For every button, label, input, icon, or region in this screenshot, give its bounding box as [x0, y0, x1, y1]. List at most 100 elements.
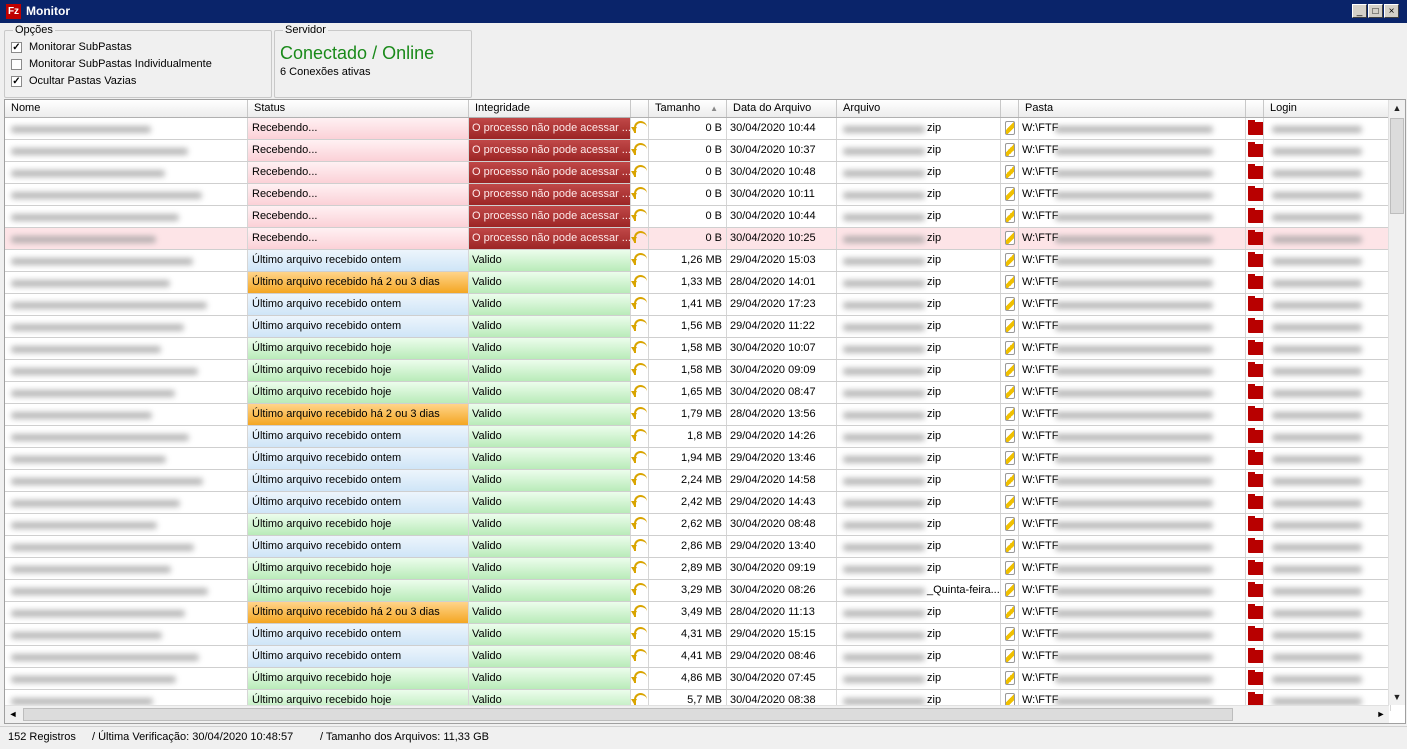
column-header-nome[interactable]: Nome [5, 100, 248, 117]
close-button[interactable]: × [1384, 4, 1399, 18]
open-file-button[interactable] [1001, 118, 1019, 139]
reprocess-button[interactable] [631, 492, 649, 513]
reprocess-button[interactable] [631, 602, 649, 623]
scroll-up-icon[interactable]: ▲ [1389, 100, 1405, 116]
reprocess-button[interactable] [631, 316, 649, 337]
undo-arrow-icon[interactable] [631, 385, 647, 397]
open-file-button[interactable] [1001, 602, 1019, 623]
edit-file-icon[interactable] [1005, 121, 1015, 135]
folder-icon[interactable] [1248, 252, 1263, 267]
open-folder-button[interactable] [1246, 382, 1264, 403]
edit-file-icon[interactable] [1005, 627, 1015, 641]
open-folder-button[interactable] [1246, 162, 1264, 183]
table-row[interactable]: Recebendo... O processo não pode acessar … [5, 162, 1391, 184]
open-file-button[interactable] [1001, 228, 1019, 249]
open-folder-button[interactable] [1246, 316, 1264, 337]
edit-file-icon[interactable] [1005, 187, 1015, 201]
edit-file-icon[interactable] [1005, 583, 1015, 597]
open-folder-button[interactable] [1246, 338, 1264, 359]
folder-icon[interactable] [1248, 142, 1263, 157]
folder-icon[interactable] [1248, 516, 1263, 531]
reprocess-button[interactable] [631, 294, 649, 315]
scroll-right-icon[interactable]: ► [1373, 706, 1389, 723]
table-row[interactable]: Último arquivo recebido há 2 ou 3 dias Va… [5, 404, 1391, 426]
edit-file-icon[interactable] [1005, 539, 1015, 553]
open-folder-button[interactable] [1246, 602, 1264, 623]
column-header-data-do-arquivo[interactable]: Data do Arquivo [727, 100, 837, 117]
reprocess-button[interactable] [631, 580, 649, 601]
scroll-left-icon[interactable]: ◄ [5, 706, 21, 723]
undo-arrow-icon[interactable] [631, 429, 647, 441]
open-folder-button[interactable] [1246, 646, 1264, 667]
edit-file-icon[interactable] [1005, 231, 1015, 245]
undo-arrow-icon[interactable] [631, 209, 647, 221]
open-file-button[interactable] [1001, 514, 1019, 535]
table-row[interactable]: Último arquivo recebido ontem Valido 4,41 … [5, 646, 1391, 668]
open-folder-button[interactable] [1246, 228, 1264, 249]
checkbox-checked-icon[interactable]: ✓ [11, 76, 22, 87]
table-row[interactable]: Último arquivo recebido ontem Valido 2,42 … [5, 492, 1391, 514]
edit-file-icon[interactable] [1005, 275, 1015, 289]
reprocess-button[interactable] [631, 184, 649, 205]
undo-arrow-icon[interactable] [631, 121, 647, 133]
table-row[interactable]: Último arquivo recebido hoje Valido 2,62 M… [5, 514, 1391, 536]
open-file-button[interactable] [1001, 426, 1019, 447]
edit-file-icon[interactable] [1005, 671, 1015, 685]
folder-icon[interactable] [1248, 164, 1263, 179]
table-row[interactable]: Último arquivo recebido ontem Valido 1,56 … [5, 316, 1391, 338]
undo-arrow-icon[interactable] [631, 319, 647, 331]
checkbox-checked-icon[interactable]: ✓ [11, 42, 22, 53]
folder-icon[interactable] [1248, 186, 1263, 201]
table-row[interactable]: Último arquivo recebido hoje Valido 1,65 M… [5, 382, 1391, 404]
table-row[interactable]: Último arquivo recebido hoje Valido 1,58 M… [5, 338, 1391, 360]
folder-icon[interactable] [1248, 340, 1263, 355]
open-file-button[interactable] [1001, 316, 1019, 337]
open-file-button[interactable] [1001, 492, 1019, 513]
edit-file-icon[interactable] [1005, 473, 1015, 487]
undo-arrow-icon[interactable] [631, 605, 647, 617]
edit-file-icon[interactable] [1005, 605, 1015, 619]
checkbox-unchecked-icon[interactable] [11, 59, 22, 70]
folder-icon[interactable] [1248, 626, 1263, 641]
table-row[interactable]: Último arquivo recebido hoje Valido 3,29 M… [5, 580, 1391, 602]
undo-arrow-icon[interactable] [631, 165, 647, 177]
undo-arrow-icon[interactable] [631, 231, 647, 243]
edit-file-icon[interactable] [1005, 363, 1015, 377]
folder-icon[interactable] [1248, 208, 1263, 223]
table-row[interactable]: Último arquivo recebido há 2 ou 3 dias Va… [5, 602, 1391, 624]
edit-file-icon[interactable] [1005, 341, 1015, 355]
open-file-button[interactable] [1001, 140, 1019, 161]
reprocess-button[interactable] [631, 140, 649, 161]
edit-file-icon[interactable] [1005, 495, 1015, 509]
reprocess-button[interactable] [631, 228, 649, 249]
undo-arrow-icon[interactable] [631, 473, 647, 485]
table-row[interactable]: Recebendo... O processo não pode acessar … [5, 140, 1391, 162]
table-row[interactable]: Último arquivo recebido há 2 ou 3 dias Va… [5, 272, 1391, 294]
undo-arrow-icon[interactable] [631, 693, 647, 705]
undo-arrow-icon[interactable] [631, 407, 647, 419]
open-file-button[interactable] [1001, 470, 1019, 491]
table-row[interactable]: Último arquivo recebido ontem Valido 4,31 … [5, 624, 1391, 646]
undo-arrow-icon[interactable] [631, 275, 647, 287]
table-row[interactable]: Recebendo... O processo não pode acessar … [5, 184, 1391, 206]
reprocess-button[interactable] [631, 668, 649, 689]
open-folder-button[interactable] [1246, 448, 1264, 469]
reprocess-button[interactable] [631, 536, 649, 557]
horizontal-scrollbar[interactable]: ◄ ► [5, 705, 1389, 723]
edit-file-icon[interactable] [1005, 319, 1015, 333]
folder-icon[interactable] [1248, 120, 1263, 135]
edit-file-icon[interactable] [1005, 253, 1015, 267]
column-header-login[interactable]: Login [1264, 100, 1391, 117]
open-folder-button[interactable] [1246, 118, 1264, 139]
undo-arrow-icon[interactable] [631, 649, 647, 661]
folder-icon[interactable] [1248, 450, 1263, 465]
column-header-tamanho[interactable]: Tamanho ▲ [649, 100, 727, 117]
column-header-integridade[interactable]: Integridade [469, 100, 631, 117]
table-row[interactable]: Último arquivo recebido ontem Valido 1,41 … [5, 294, 1391, 316]
open-folder-button[interactable] [1246, 668, 1264, 689]
table-row[interactable]: Último arquivo recebido ontem Valido 2,86 … [5, 536, 1391, 558]
edit-file-icon[interactable] [1005, 429, 1015, 443]
edit-file-icon[interactable] [1005, 517, 1015, 531]
open-file-button[interactable] [1001, 448, 1019, 469]
undo-arrow-icon[interactable] [631, 297, 647, 309]
